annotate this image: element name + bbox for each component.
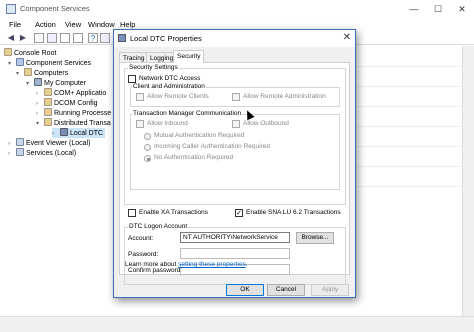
tree-dcom-config[interactable]: › DCOM Config	[36, 98, 98, 108]
tm-communication-label: Transaction Manager Communication	[132, 110, 243, 117]
learn-more-text: Learn more about setting these propertie…	[125, 261, 248, 268]
vertical-scrollbar[interactable]	[462, 46, 474, 316]
tree-my-computer[interactable]: ▾ My Computer	[26, 78, 86, 88]
allow-remote-admin-label: Allow Remote Administration	[243, 93, 326, 100]
network-dtc-access-label: Network DTC Access	[139, 75, 201, 82]
confirm-password-label: Confirm password:	[128, 267, 183, 274]
console-tree: Console Root ▾ Component Services ▾ Comput…	[0, 46, 114, 316]
password-field[interactable]	[180, 248, 290, 259]
allow-remote-clients-checkbox[interactable]	[136, 93, 144, 101]
dialog-title: Local DTC Properties	[130, 34, 202, 43]
folder-icon	[44, 88, 52, 96]
tree-component-services[interactable]: ▾ Component Services	[8, 58, 91, 68]
menu-window[interactable]: Window	[88, 20, 115, 29]
tree-distributed-transaction[interactable]: ▾ Distributed Transa	[36, 118, 111, 128]
view-icon[interactable]	[100, 33, 110, 43]
expanded-chevron-icon[interactable]: ▾	[26, 79, 34, 89]
tree-com-applications[interactable]: › COM+ Applicatio	[36, 88, 106, 98]
maximize-button[interactable]: ☐	[426, 0, 450, 18]
forward-icon[interactable]: ▶	[18, 33, 28, 43]
component-services-icon	[6, 4, 16, 14]
allow-inbound-label: Allow Inbound	[147, 120, 188, 127]
tree-local-dtc[interactable]: › Local DTC	[52, 128, 106, 138]
expanded-chevron-icon[interactable]: ▾	[36, 119, 44, 129]
dtc-icon	[118, 34, 126, 42]
security-settings-label: Security Settings	[128, 64, 179, 71]
allow-remote-admin-checkbox[interactable]	[232, 93, 240, 101]
incoming-caller-auth-label: Incoming Caller Authentication Required	[154, 143, 270, 150]
menu-view[interactable]: View	[65, 20, 81, 29]
no-auth-label: No Authentication Required	[154, 154, 234, 161]
enable-sna-label: Enable SNA LU 6.2 Transactions	[246, 209, 341, 216]
details-row	[352, 166, 474, 167]
enable-xa-checkbox[interactable]	[128, 209, 136, 217]
allow-outbound-label: Allow Outbound	[243, 120, 289, 127]
mutual-auth-radio[interactable]	[144, 133, 151, 140]
details-row	[352, 66, 474, 67]
cancel-button[interactable]: Cancel	[267, 284, 305, 296]
tree-services[interactable]: › Services (Local)	[8, 148, 76, 158]
browse-button[interactable]: Browse...	[296, 232, 334, 244]
minimize-button[interactable]: —	[402, 0, 426, 18]
mutual-auth-label: Mutual Authentication Required	[154, 132, 245, 139]
tab-security[interactable]: Security	[173, 50, 205, 63]
window-title: Component Services	[20, 4, 90, 13]
help-icon[interactable]: ?	[88, 33, 98, 43]
apply-button[interactable]: Apply	[311, 284, 349, 296]
allow-remote-clients-label: Allow Remote Clients	[147, 93, 209, 100]
details-row	[352, 126, 474, 127]
services-icon	[16, 148, 24, 156]
enable-sna-checkbox[interactable]: ✓	[235, 209, 243, 217]
ok-button[interactable]: OK	[226, 284, 264, 296]
enable-xa-label: Enable XA Transactions	[139, 209, 209, 216]
properties-icon[interactable]	[60, 33, 70, 43]
event-viewer-icon	[16, 138, 24, 146]
folder-icon	[4, 48, 12, 56]
security-tab-panel: Security Settings Network DTC Access Cli…	[119, 62, 350, 285]
allow-outbound-checkbox[interactable]	[232, 120, 240, 128]
dialog-title-bar: Local DTC Properties ✕	[114, 30, 355, 47]
menu-file[interactable]: File	[9, 20, 21, 29]
status-bar	[0, 316, 474, 332]
tree-console-root[interactable]: Console Root	[4, 48, 56, 58]
client-admin-label: Client and Administration	[132, 83, 206, 90]
expanded-chevron-icon[interactable]: ▾	[16, 69, 24, 79]
logon-account-label: DTC Logon Account	[128, 223, 189, 230]
tree-event-viewer[interactable]: › Event Viewer (Local)	[8, 138, 90, 148]
allow-inbound-checkbox[interactable]	[136, 120, 144, 128]
details-row	[352, 186, 474, 187]
folder-icon	[24, 68, 32, 76]
up-folder-icon[interactable]	[34, 33, 44, 43]
details-pane	[352, 46, 474, 316]
account-field[interactable]: NT AUTHORITY\NetworkService	[180, 232, 290, 243]
back-icon[interactable]: ◀	[6, 33, 16, 43]
menu-action[interactable]: Action	[35, 20, 56, 29]
details-row	[352, 106, 474, 107]
collapsed-chevron-icon[interactable]: ›	[8, 149, 16, 159]
password-label: Password:	[128, 251, 159, 258]
component-services-icon	[16, 58, 24, 66]
title-bar: Component Services — ☐ ✕	[0, 0, 474, 18]
details-row	[352, 146, 474, 147]
computer-icon	[34, 78, 42, 86]
close-button[interactable]: ✕	[450, 0, 474, 18]
tree-running-processes[interactable]: › Running Processe	[36, 108, 111, 118]
account-label: Account:	[128, 235, 154, 242]
dialog-close-button[interactable]: ✕	[343, 32, 351, 43]
incoming-caller-auth-radio[interactable]	[144, 144, 151, 151]
expanded-chevron-icon[interactable]: ▾	[8, 59, 16, 69]
show-hide-tree-icon[interactable]	[47, 33, 57, 43]
folder-icon	[44, 118, 52, 126]
network-dtc-access-checkbox[interactable]	[128, 75, 136, 83]
folder-icon	[44, 98, 52, 106]
no-auth-radio[interactable]	[144, 155, 151, 162]
dtc-icon	[60, 128, 68, 136]
details-row	[352, 86, 474, 87]
export-list-icon[interactable]	[73, 33, 83, 43]
learn-more-link[interactable]: setting these properties	[178, 261, 246, 268]
local-dtc-properties-dialog: Local DTC Properties ✕ Tracing Logging S…	[113, 29, 356, 298]
menu-help[interactable]: Help	[120, 20, 135, 29]
folder-icon	[44, 108, 52, 116]
tree-computers[interactable]: ▾ Computers	[16, 68, 68, 78]
